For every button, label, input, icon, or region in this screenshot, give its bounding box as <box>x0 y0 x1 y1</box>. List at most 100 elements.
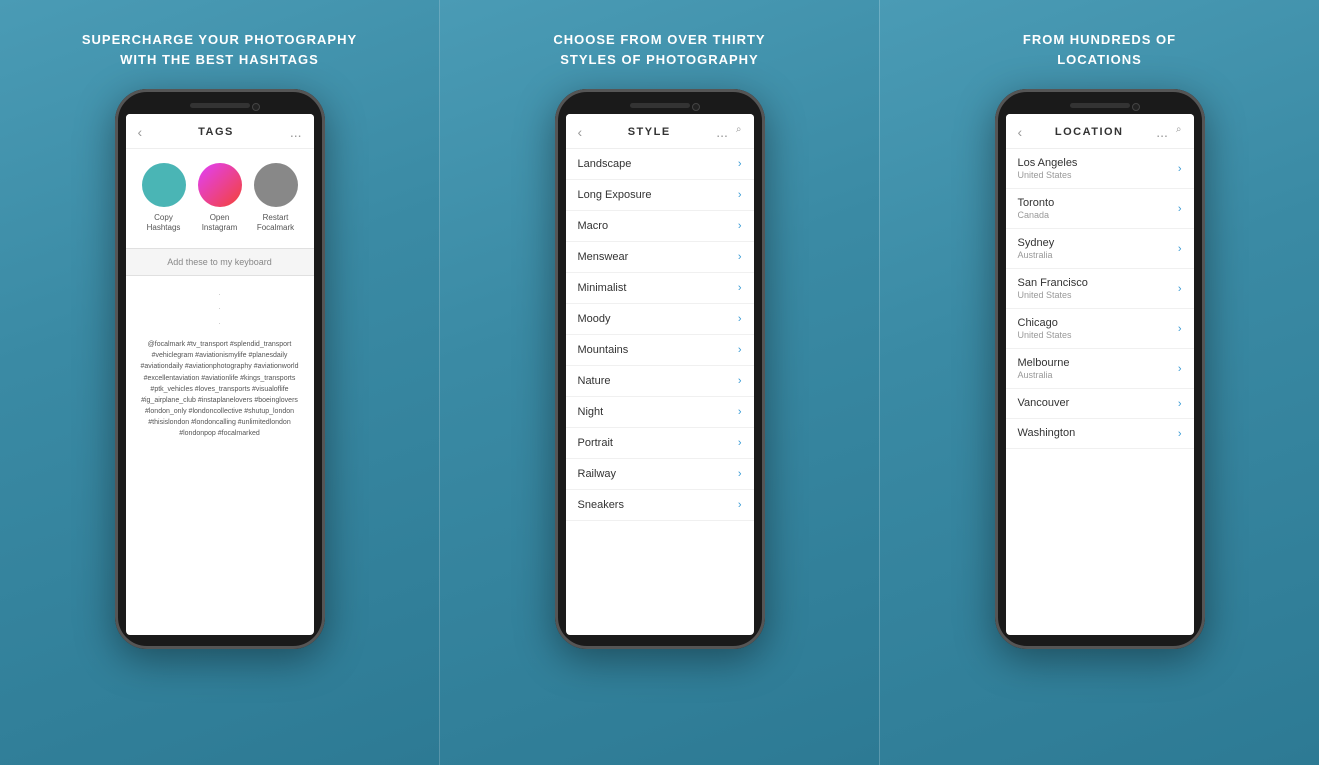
phone-location: ‹ LOCATION ... ⌕ Los Angeles United Stat… <box>990 89 1210 745</box>
location-item[interactable]: Toronto Canada › <box>1006 189 1194 229</box>
screen-header-style: ‹ STYLE ... ⌕ <box>566 114 754 149</box>
screen-header-location: ‹ LOCATION ... ⌕ <box>1006 114 1194 149</box>
style-item-text: Landscape <box>578 158 632 170</box>
list-item[interactable]: Long Exposure › <box>566 180 754 211</box>
panel-location: FROM HUNDREDS OF LOCATIONS ‹ LOCATION ..… <box>880 0 1319 765</box>
chevron-icon: › <box>1178 428 1182 440</box>
list-item[interactable]: Macro › <box>566 211 754 242</box>
loc-country: Australia <box>1018 250 1055 260</box>
panel-tags-title: SUPERCHARGE YOUR PHOTOGRAPHY WITH THE BE… <box>82 30 357 69</box>
phone-tags: ‹ TAGS ... Copy Hashtags Open Instagram <box>110 89 330 745</box>
chevron-icon: › <box>738 437 742 449</box>
list-item[interactable]: Night › <box>566 397 754 428</box>
back-icon-style[interactable]: ‹ <box>578 124 583 140</box>
more-icon-tags[interactable]: ... <box>290 124 302 140</box>
restart-label: Restart Focalmark <box>257 213 294 234</box>
style-list: Landscape › Long Exposure › Macro › Mens… <box>566 149 754 635</box>
phone-camera-2 <box>692 103 700 111</box>
chevron-icon: › <box>1178 163 1182 175</box>
style-item-text: Sneakers <box>578 499 624 511</box>
chevron-icon: › <box>738 468 742 480</box>
chevron-icon: › <box>738 189 742 201</box>
loc-city: Sydney <box>1018 237 1055 249</box>
list-item[interactable]: Minimalist › <box>566 273 754 304</box>
panel-style: CHOOSE FROM OVER THIRTY STYLES OF PHOTOG… <box>439 0 880 765</box>
style-item-text: Moody <box>578 313 611 325</box>
chevron-icon: › <box>738 344 742 356</box>
phone-camera-3 <box>1132 103 1140 111</box>
tags-dots: ... <box>126 280 314 335</box>
back-icon[interactable]: ‹ <box>138 124 143 140</box>
panel-location-title: FROM HUNDREDS OF LOCATIONS <box>1023 30 1176 69</box>
location-item[interactable]: San Francisco United States › <box>1006 269 1194 309</box>
location-item[interactable]: Sydney Australia › <box>1006 229 1194 269</box>
copy-hashtags-action[interactable]: Copy Hashtags <box>142 163 186 234</box>
screen-style: ‹ STYLE ... ⌕ Landscape › Long Exposure <box>566 114 754 635</box>
style-item-text: Railway <box>578 468 617 480</box>
copy-label: Copy Hashtags <box>147 213 181 234</box>
loc-item-left: Toronto Canada <box>1018 197 1055 220</box>
screen-title-tags: TAGS <box>198 126 234 138</box>
loc-city: San Francisco <box>1018 277 1088 289</box>
phone-frame-style: ‹ STYLE ... ⌕ Landscape › Long Exposure <box>555 89 765 649</box>
style-item-text: Minimalist <box>578 282 627 294</box>
search-icon-style[interactable]: ⌕ <box>736 124 742 140</box>
chevron-icon: › <box>1178 323 1182 335</box>
chevron-icon: › <box>1178 283 1182 295</box>
location-item[interactable]: Melbourne Australia › <box>1006 349 1194 389</box>
loc-country: United States <box>1018 170 1078 180</box>
phone-frame-tags: ‹ TAGS ... Copy Hashtags Open Instagram <box>115 89 325 649</box>
list-item[interactable]: Menswear › <box>566 242 754 273</box>
chevron-icon: › <box>1178 203 1182 215</box>
open-instagram-action[interactable]: Open Instagram <box>198 163 242 234</box>
loc-city: Vancouver <box>1018 397 1070 409</box>
style-item-text: Menswear <box>578 251 629 263</box>
loc-item-left: San Francisco United States <box>1018 277 1088 300</box>
loc-item-left: Washington <box>1018 427 1076 440</box>
style-item-text: Nature <box>578 375 611 387</box>
screen-header-tags: ‹ TAGS ... <box>126 114 314 149</box>
tags-actions: Copy Hashtags Open Instagram Restart Foc… <box>126 149 314 244</box>
phone-speaker-3 <box>1070 103 1130 108</box>
loc-item-left: Vancouver <box>1018 397 1070 410</box>
list-item[interactable]: Landscape › <box>566 149 754 180</box>
chevron-icon: › <box>738 158 742 170</box>
list-item[interactable]: Moody › <box>566 304 754 335</box>
phone-speaker <box>190 103 250 108</box>
chevron-icon: › <box>1178 398 1182 410</box>
style-item-text: Portrait <box>578 437 613 449</box>
instagram-circle <box>198 163 242 207</box>
location-item[interactable]: Washington › <box>1006 419 1194 449</box>
loc-city: Toronto <box>1018 197 1055 209</box>
loc-item-left: Sydney Australia <box>1018 237 1055 260</box>
loc-city: Chicago <box>1018 317 1072 329</box>
loc-item-left: Melbourne Australia <box>1018 357 1070 380</box>
screen-title-style: STYLE <box>628 126 671 138</box>
more-icon-location[interactable]: ... <box>1156 124 1168 140</box>
restart-action[interactable]: Restart Focalmark <box>254 163 298 234</box>
back-icon-location[interactable]: ‹ <box>1018 124 1023 140</box>
chevron-icon: › <box>738 499 742 511</box>
more-icon-style[interactable]: ... <box>716 124 728 140</box>
list-item[interactable]: Mountains › <box>566 335 754 366</box>
restart-circle <box>254 163 298 207</box>
screen-location: ‹ LOCATION ... ⌕ Los Angeles United Stat… <box>1006 114 1194 635</box>
list-item[interactable]: Portrait › <box>566 428 754 459</box>
screen-title-location: LOCATION <box>1055 126 1124 138</box>
location-item[interactable]: Chicago United States › <box>1006 309 1194 349</box>
search-icon-location[interactable]: ⌕ <box>1176 124 1182 140</box>
list-item[interactable]: Nature › <box>566 366 754 397</box>
chevron-icon: › <box>738 282 742 294</box>
location-item[interactable]: Los Angeles United States › <box>1006 149 1194 189</box>
phone-style: ‹ STYLE ... ⌕ Landscape › Long Exposure <box>550 89 770 745</box>
chevron-icon: › <box>738 251 742 263</box>
loc-city: Washington <box>1018 427 1076 439</box>
hashtags-content: @focalmark #tv_transport #splendid_trans… <box>126 335 314 444</box>
loc-item-left: Chicago United States <box>1018 317 1072 340</box>
list-item[interactable]: Railway › <box>566 459 754 490</box>
location-item[interactable]: Vancouver › <box>1006 389 1194 419</box>
list-item[interactable]: Sneakers › <box>566 490 754 521</box>
location-list: Los Angeles United States › Toronto Cana… <box>1006 149 1194 635</box>
keyboard-bar[interactable]: Add these to my keyboard <box>126 248 314 276</box>
phone-frame-location: ‹ LOCATION ... ⌕ Los Angeles United Stat… <box>995 89 1205 649</box>
